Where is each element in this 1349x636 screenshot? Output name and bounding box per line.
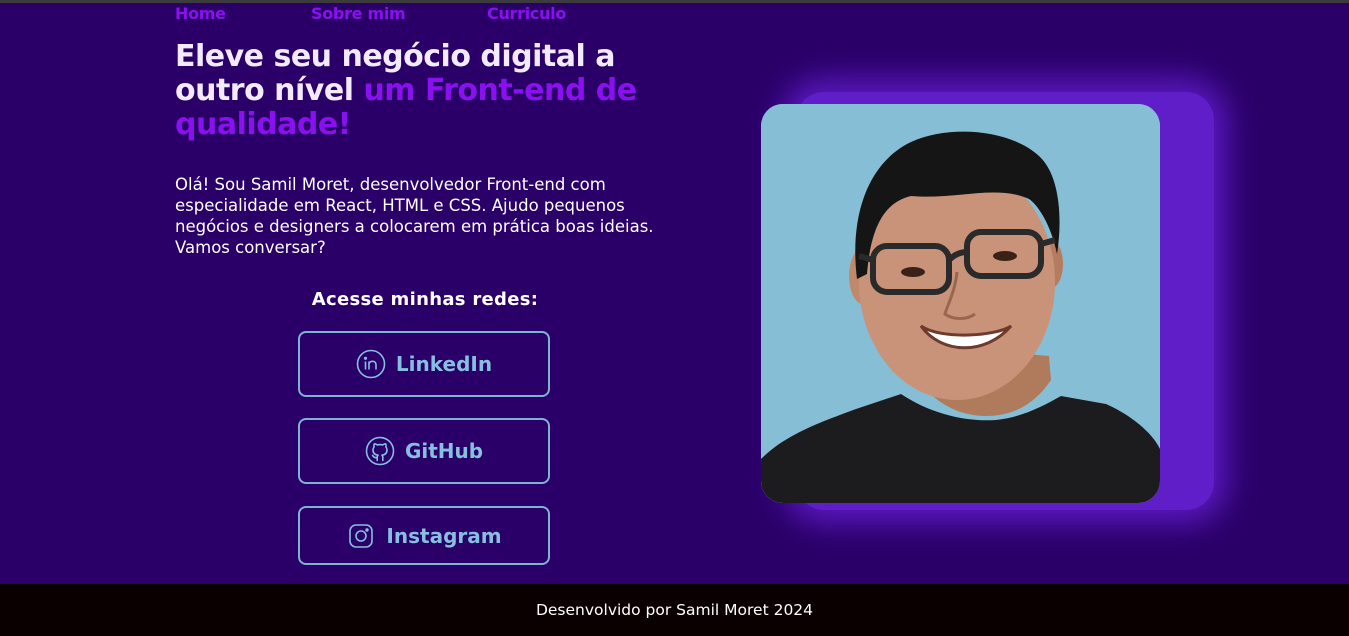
linkedin-icon [356, 349, 386, 379]
footer-credit: Desenvolvido por Samil Moret 2024 [535, 601, 814, 619]
instagram-label: Instagram [386, 523, 502, 548]
instagram-icon [346, 521, 376, 551]
github-icon [365, 436, 395, 466]
github-label: GitHub [404, 439, 484, 463]
nav-curriculo[interactable]: Curriculo [487, 4, 566, 23]
window-top-border [0, 0, 1349, 3]
social-title: Acesse minhas redes: [311, 289, 539, 310]
linkedin-label: LinkedIn [395, 352, 493, 376]
hero-intro: Olá! Sou Samil Moret, desenvolvedor Fron… [175, 175, 654, 257]
linkedin-button[interactable]: LinkedIn [298, 331, 550, 397]
github-button[interactable]: GitHub [298, 418, 550, 484]
instagram-button[interactable]: Instagram [298, 506, 550, 565]
footer: Desenvolvido por Samil Moret 2024 [0, 584, 1349, 636]
hero-headline: Eleve seu negócio digital a outro nível … [175, 40, 695, 142]
nav-home[interactable]: Home [175, 4, 226, 23]
profile-photo [761, 104, 1160, 503]
nav-sobre-mim[interactable]: Sobre mim [311, 4, 406, 23]
